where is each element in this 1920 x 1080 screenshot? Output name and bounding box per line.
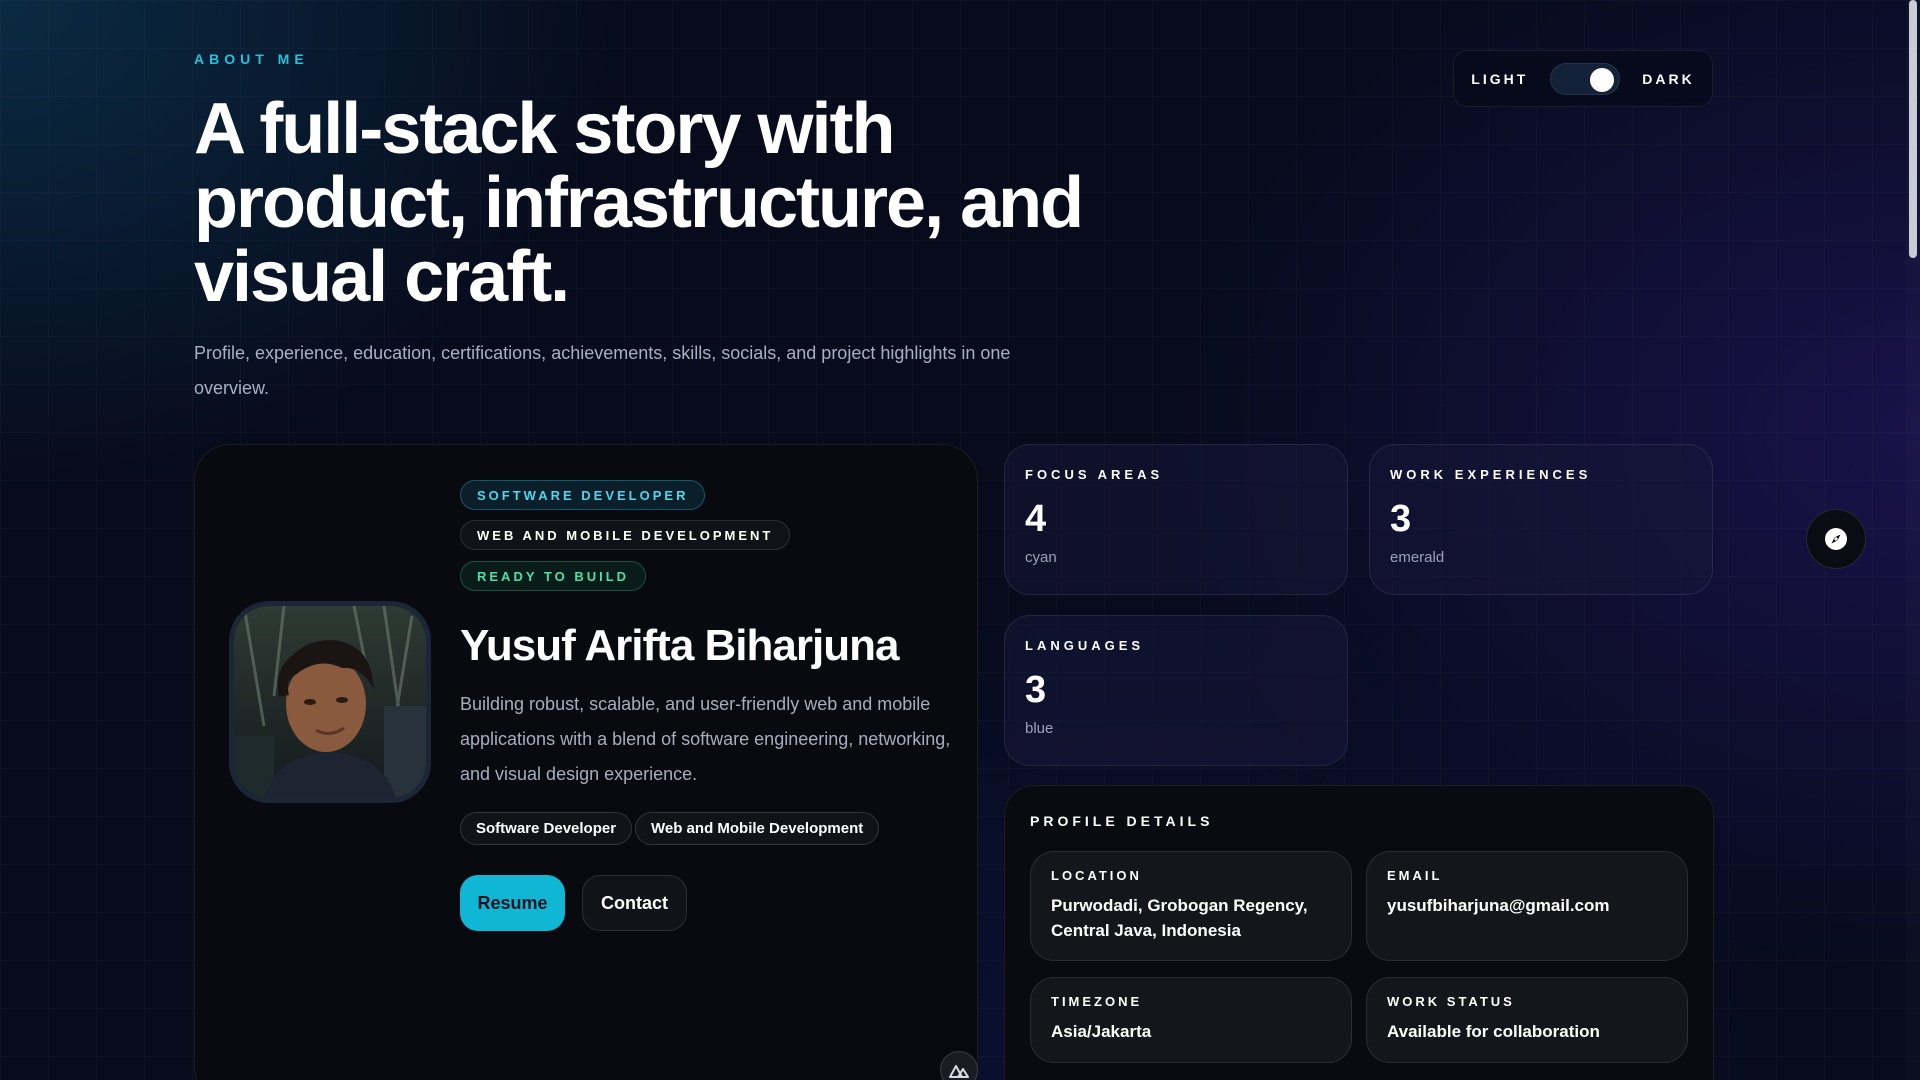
stat-card-languages: LANGUAGES 3 blue (1004, 615, 1348, 766)
profile-name: Yusuf Arifta Biharjuna (460, 621, 899, 670)
stat-label: WORK EXPERIENCES (1390, 467, 1592, 482)
stat-value: 3 (1025, 669, 1047, 711)
profile-details-title: PROFILE DETAILS (1030, 813, 1214, 829)
nuxt-logo-icon (949, 1065, 969, 1078)
page-subtitle: Profile, experience, education, certific… (194, 343, 1011, 398)
profile-details-panel: PROFILE DETAILS LOCATION Purwodadi, Grob… (1004, 785, 1714, 1080)
compass-button[interactable] (1806, 509, 1866, 569)
detail-value[interactable]: yusufbiharjuna@gmail.com (1387, 893, 1667, 918)
detail-email: EMAIL yusufbiharjuna@gmail.com (1366, 851, 1688, 961)
stat-label: LANGUAGES (1025, 638, 1145, 653)
stat-value: 3 (1390, 498, 1412, 540)
status-chip: READY TO BUILD (460, 561, 647, 591)
detail-label: LOCATION (1051, 868, 1142, 883)
detail-label: TIMEZONE (1051, 994, 1143, 1009)
nuxt-badge[interactable] (940, 1051, 978, 1080)
theme-switch[interactable] (1550, 62, 1621, 95)
stat-caption: blue (1025, 720, 1054, 737)
detail-timezone: TIMEZONE Asia/Jakarta (1030, 977, 1352, 1063)
detail-value: Asia/Jakarta (1051, 1022, 1152, 1041)
stat-card-focus-areas: FOCUS AREAS 4 cyan (1004, 444, 1348, 595)
detail-label: WORK STATUS (1387, 994, 1515, 1009)
stat-caption: emerald (1390, 549, 1445, 566)
contact-button[interactable]: Contact (582, 875, 687, 931)
stat-value: 4 (1025, 498, 1047, 540)
specialty-chip: WEB AND MOBILE DEVELOPMENT (460, 520, 791, 550)
stat-card-work-experiences: WORK EXPERIENCES 3 emerald (1369, 444, 1713, 595)
role-chip: SOFTWARE DEVELOPER (460, 480, 706, 510)
theme-dark-label[interactable]: DARK (1642, 71, 1694, 87)
about-page: ABOUT ME A full-stack story with product… (0, 0, 1920, 1080)
scrollbar-thumb[interactable] (1909, 0, 1917, 258)
skill-tag: Software Developer (460, 812, 633, 845)
stat-caption: cyan (1025, 549, 1057, 566)
profile-bio: Building robust, scalable, and user-frie… (460, 694, 951, 784)
skill-tag: Web and Mobile Development (635, 812, 880, 845)
page-title: A full-stack story with product, infrast… (194, 89, 1084, 317)
stat-label: FOCUS AREAS (1025, 467, 1164, 482)
theme-switch-knob (1590, 67, 1615, 92)
theme-light-label[interactable]: LIGHT (1471, 71, 1528, 87)
detail-value: Available for collaboration (1387, 1022, 1600, 1041)
detail-location: LOCATION Purwodadi, Grobogan Regency, Ce… (1030, 851, 1352, 961)
avatar (229, 601, 431, 803)
profile-photo (234, 606, 426, 798)
detail-work-status: WORK STATUS Available for collaboration (1366, 977, 1688, 1063)
section-eyebrow: ABOUT ME (194, 51, 309, 67)
compass-icon (1825, 528, 1847, 550)
profile-card: SOFTWARE DEVELOPER WEB AND MOBILE DEVELO… (194, 444, 978, 1080)
detail-value: Purwodadi, Grobogan Regency, Central Jav… (1051, 896, 1308, 940)
detail-label: EMAIL (1387, 868, 1443, 883)
theme-toggle: LIGHT DARK (1453, 50, 1713, 107)
resume-button[interactable]: Resume (460, 875, 565, 931)
